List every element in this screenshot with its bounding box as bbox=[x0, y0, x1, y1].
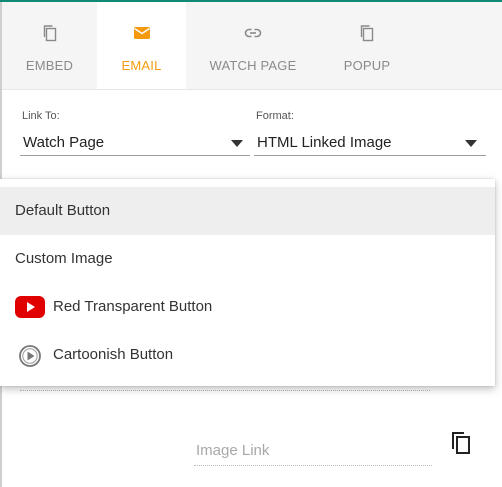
button-style-dropdown: Default Button Custom Image Red Transpar… bbox=[0, 179, 495, 386]
image-link-underline bbox=[194, 465, 432, 466]
image-link-input[interactable]: Image Link bbox=[196, 442, 269, 459]
envelope-icon bbox=[133, 27, 150, 39]
link-to-select[interactable]: Watch Page bbox=[20, 128, 250, 156]
option-cartoonish-button[interactable]: Cartoonish Button bbox=[0, 331, 495, 379]
link-to-underline bbox=[20, 155, 250, 156]
link-to-label: Link To: bbox=[22, 110, 60, 122]
option-red-transparent-button[interactable]: Red Transparent Button bbox=[0, 283, 495, 331]
share-tabs: EMBED EMAIL WATCH PAGE POPUP bbox=[0, 2, 502, 90]
option-label: Custom Image bbox=[15, 250, 113, 267]
tab-label: EMAIL bbox=[121, 58, 162, 73]
caret-down-icon bbox=[465, 140, 477, 147]
copy-icon bbox=[452, 432, 470, 454]
option-label: Red Transparent Button bbox=[53, 298, 213, 315]
option-label: Cartoonish Button bbox=[53, 346, 174, 363]
format-value: HTML Linked Image bbox=[257, 134, 392, 151]
youtube-play-icon bbox=[15, 296, 45, 318]
link-icon bbox=[244, 28, 262, 38]
link-to-value: Watch Page bbox=[23, 134, 105, 151]
tab-label: WATCH PAGE bbox=[209, 58, 297, 73]
tab-label: POPUP bbox=[343, 58, 391, 73]
field-underline bbox=[20, 390, 430, 391]
format-select[interactable]: HTML Linked Image bbox=[254, 128, 486, 156]
format-underline bbox=[254, 155, 486, 156]
format-label: Format: bbox=[256, 110, 294, 122]
tab-label: EMBED bbox=[25, 58, 74, 73]
copy-image-link-button[interactable] bbox=[450, 431, 472, 457]
option-label: Default Button bbox=[15, 202, 111, 219]
option-default-button[interactable]: Default Button bbox=[0, 187, 495, 235]
copy-icon bbox=[43, 25, 56, 42]
tab-watch-page[interactable]: WATCH PAGE bbox=[198, 2, 308, 89]
tab-email[interactable]: EMAIL bbox=[97, 2, 186, 89]
tab-popup[interactable]: POPUP bbox=[322, 2, 412, 89]
copy-icon bbox=[360, 25, 374, 42]
caret-down-icon bbox=[231, 140, 243, 147]
option-custom-image[interactable]: Custom Image bbox=[0, 235, 495, 283]
cartoon-play-icon bbox=[19, 345, 41, 367]
tab-embed[interactable]: EMBED bbox=[2, 2, 97, 89]
